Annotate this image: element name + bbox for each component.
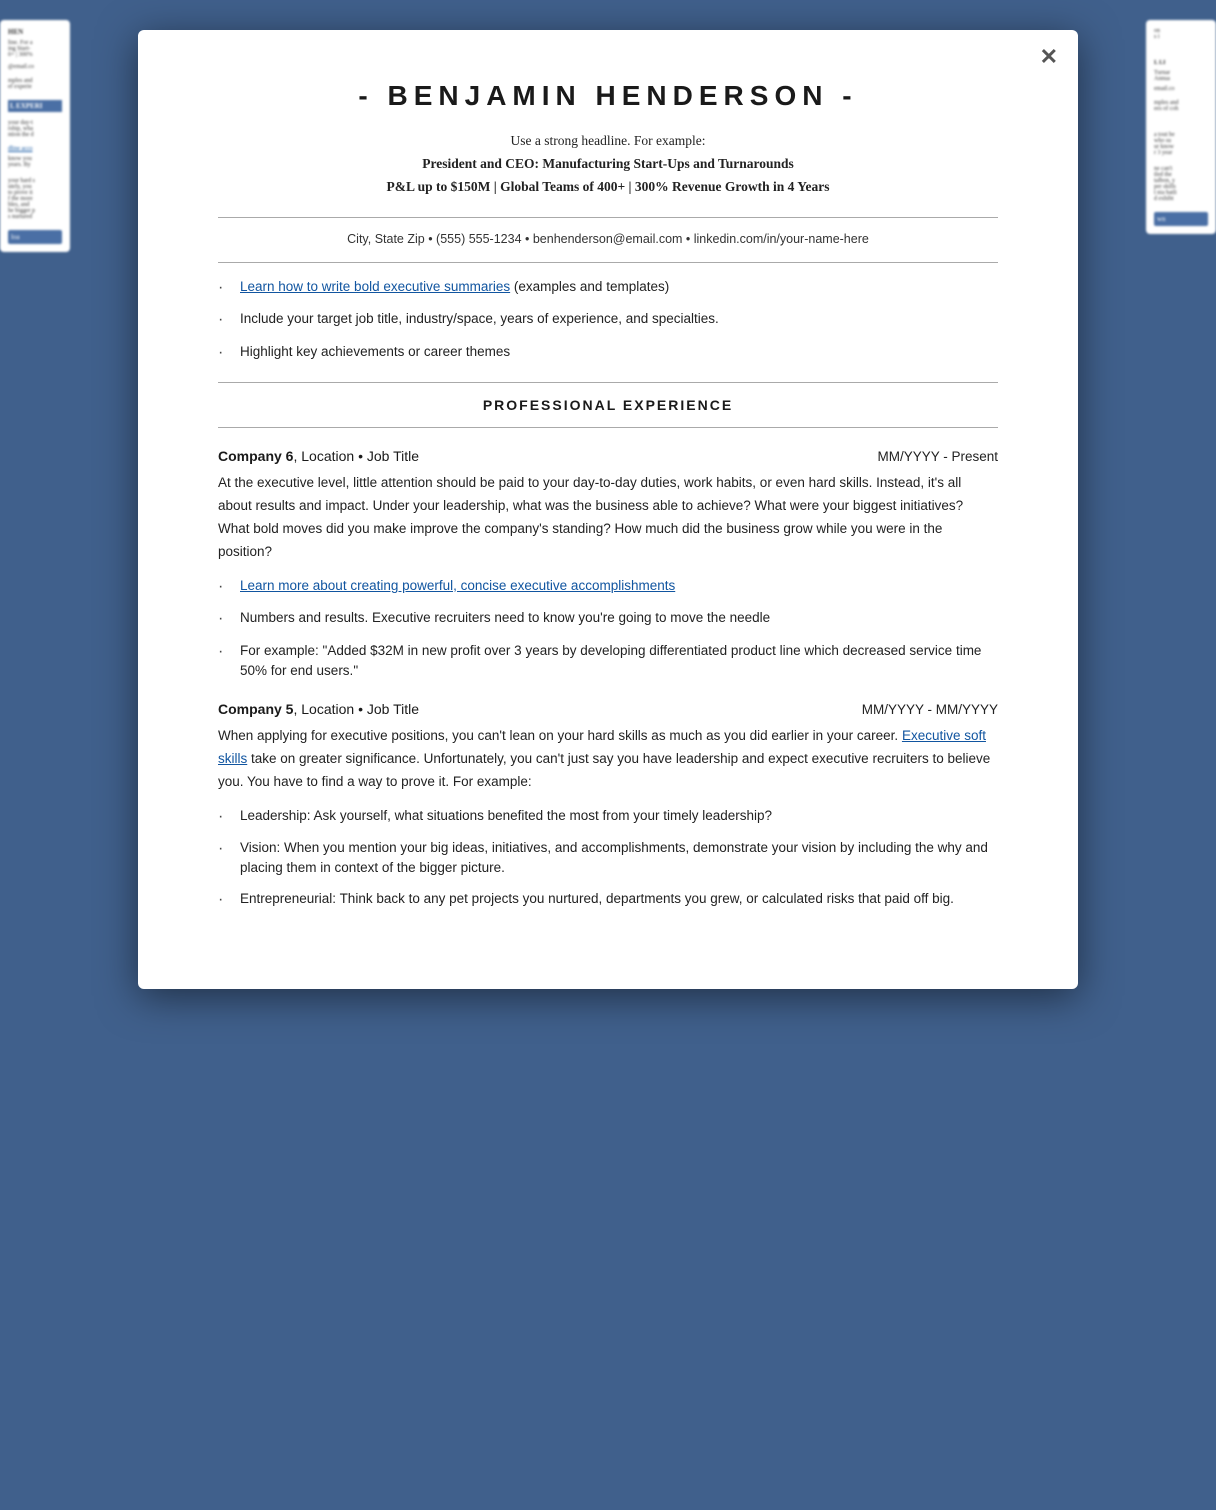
list-item: · Learn how to write bold executive summ… <box>218 277 998 299</box>
job-2-bullet-1: Leadership: Ask yourself, what situation… <box>240 806 772 826</box>
job-2-desc-part1: When applying for executive positions, y… <box>218 728 902 743</box>
contact-line: City, State Zip • (555) 555-1234 • benhe… <box>218 232 998 246</box>
list-item: · Entrepreneurial: Think back to any pet… <box>218 889 998 911</box>
job-2-bullet-3: Entrepreneurial: Think back to any pet p… <box>240 889 954 909</box>
bullet-dot: · <box>218 806 236 828</box>
bullet-dot: · <box>218 641 236 663</box>
divider-1 <box>218 217 998 218</box>
bullet-dot: · <box>218 608 236 630</box>
resume-name: - BENJAMIN HENDERSON - <box>218 80 998 112</box>
summary-bullet-2: Include your target job title, industry/… <box>240 309 719 329</box>
close-button[interactable]: ✕ <box>1040 46 1058 68</box>
headline-line3: P&L up to $150M | Global Teams of 400+ |… <box>218 176 998 199</box>
job-1-company: Company 6, Location • Job Title <box>218 448 419 464</box>
exec-summary-link-suffix: (examples and templates) <box>510 279 669 294</box>
job-2-header: Company 5, Location • Job Title MM/YYYY … <box>218 701 998 717</box>
list-item: · Leadership: Ask yourself, what situati… <box>218 806 998 828</box>
headline-line1: Use a strong headline. For example: <box>218 130 998 153</box>
job-2-dates: MM/YYYY - MM/YYYY <box>862 702 998 717</box>
job-2-company: Company 5, Location • Job Title <box>218 701 419 717</box>
summary-bullet-3: Highlight key achievements or career the… <box>240 342 510 362</box>
bullet-dot: · <box>218 576 236 598</box>
job-1-bullets: · Learn more about creating powerful, co… <box>218 576 998 681</box>
page-wrapper: ✕ - BENJAMIN HENDERSON - Use a strong he… <box>20 20 1196 999</box>
bullet-dot: · <box>218 309 236 331</box>
job-1-bullet-3: For example: "Added $32M in new profit o… <box>240 641 998 682</box>
resume-modal: ✕ - BENJAMIN HENDERSON - Use a strong he… <box>138 30 1078 989</box>
list-item: · Vision: When you mention your big idea… <box>218 838 998 879</box>
exec-summary-link[interactable]: Learn how to write bold executive summar… <box>240 279 510 294</box>
exec-accomplishments-link[interactable]: Learn more about creating powerful, conc… <box>240 578 675 593</box>
divider-4 <box>218 427 998 428</box>
job-1-bullet-2: Numbers and results. Executive recruiter… <box>240 608 770 628</box>
job-1-bullet-1: Learn more about creating powerful, conc… <box>240 576 675 596</box>
bullet-dot: · <box>218 277 236 299</box>
list-item: · Numbers and results. Executive recruit… <box>218 608 998 630</box>
job-2-bullets: · Leadership: Ask yourself, what situati… <box>218 806 998 911</box>
list-item: · Learn more about creating powerful, co… <box>218 576 998 598</box>
bullet-dot: · <box>218 838 236 860</box>
list-item: · Include your target job title, industr… <box>218 309 998 331</box>
list-item: · Highlight key achievements or career t… <box>218 342 998 364</box>
summary-bullet-section: · Learn how to write bold executive summ… <box>218 277 998 364</box>
divider-2 <box>218 262 998 263</box>
bullet-dot: · <box>218 889 236 911</box>
bullet-dot: · <box>218 342 236 364</box>
resume-headline: Use a strong headline. For example: Pres… <box>218 130 998 199</box>
headline-line2: President and CEO: Manufacturing Start-U… <box>218 153 998 176</box>
job-1-dates: MM/YYYY - Present <box>877 449 998 464</box>
job-2-desc-part3: take on greater significance. Unfortunat… <box>218 751 990 789</box>
divider-3 <box>218 382 998 383</box>
job-1-description: At the executive level, little attention… <box>218 472 998 564</box>
professional-experience-header: PROFESSIONAL EXPERIENCE <box>218 397 998 413</box>
job-2-bullet-2: Vision: When you mention your big ideas,… <box>240 838 998 879</box>
list-item: · For example: "Added $32M in new profit… <box>218 641 998 682</box>
job-1-header: Company 6, Location • Job Title MM/YYYY … <box>218 448 998 464</box>
summary-bullet-1: Learn how to write bold executive summar… <box>240 277 669 297</box>
job-2-description: When applying for executive positions, y… <box>218 725 998 794</box>
